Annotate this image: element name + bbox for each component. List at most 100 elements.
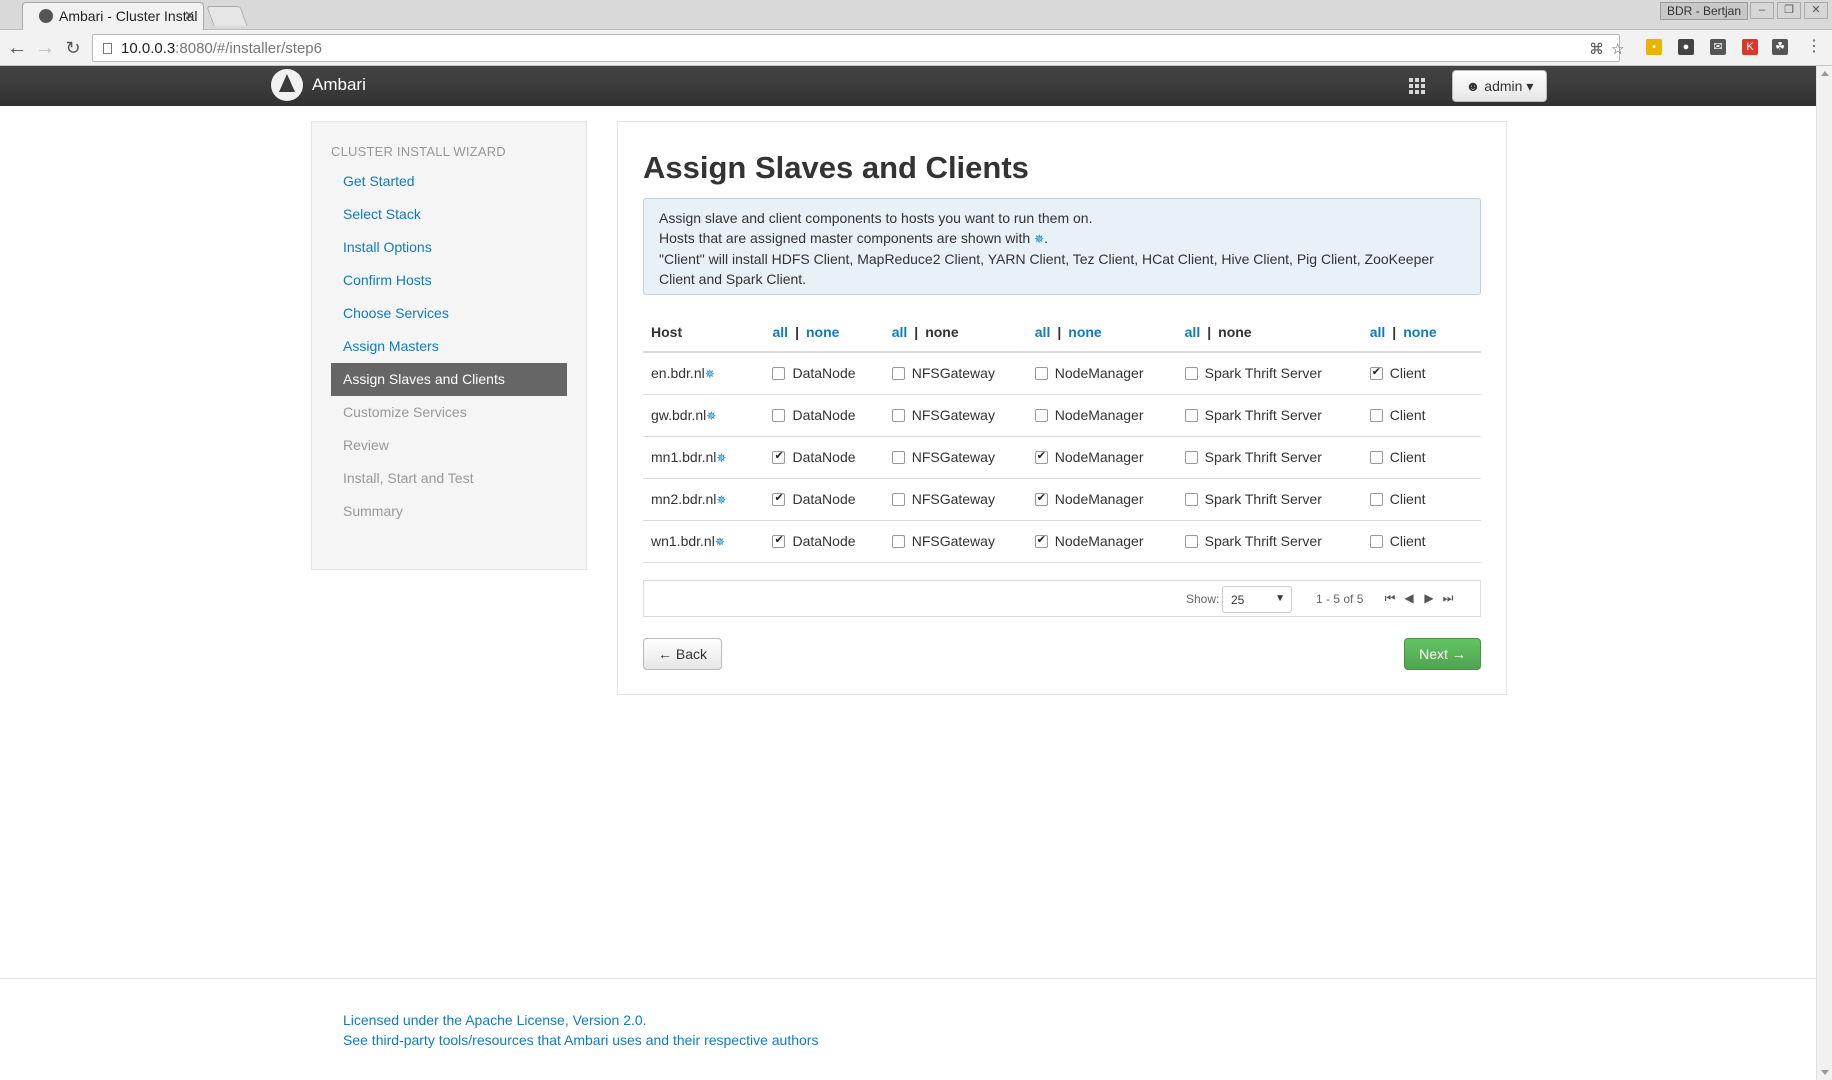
select-all-link[interactable]: all: [1370, 324, 1386, 340]
component-label[interactable]: DataNode: [792, 449, 855, 465]
component-label[interactable]: NFSGateway: [912, 533, 995, 549]
component-label[interactable]: Spark Thrift Server: [1205, 449, 1322, 465]
component-checkbox[interactable]: [1184, 451, 1198, 464]
component-label[interactable]: Client: [1390, 407, 1426, 423]
next-page-icon[interactable]: ▶: [1422, 591, 1436, 605]
component-label[interactable]: Spark Thrift Server: [1205, 491, 1322, 507]
component-checkbox[interactable]: [1369, 365, 1383, 381]
component-checkbox[interactable]: [1034, 533, 1048, 548]
extension-4-icon[interactable]: ☘: [1772, 39, 1788, 55]
views-grid-icon[interactable]: [1409, 78, 1425, 94]
browser-tab[interactable]: Ambari - Cluster Instal ✕: [22, 2, 204, 30]
component-label[interactable]: DataNode: [792, 407, 855, 423]
component-label[interactable]: DataNode: [792, 365, 855, 381]
component-checkbox[interactable]: [1034, 367, 1048, 381]
scroll-up-icon[interactable]: [1821, 71, 1829, 76]
ambari-logo-icon[interactable]: [271, 69, 303, 101]
page-scrollbar[interactable]: [1816, 66, 1832, 1080]
select-none-link[interactable]: none: [1068, 324, 1101, 340]
component-label[interactable]: NodeManager: [1055, 365, 1144, 381]
component-checkbox[interactable]: [1184, 409, 1198, 422]
component-label[interactable]: NodeManager: [1055, 407, 1144, 423]
component-checkbox[interactable]: [891, 367, 905, 381]
component-checkbox[interactable]: [772, 491, 786, 506]
previous-page-icon[interactable]: ◀: [1402, 591, 1416, 605]
close-window-icon[interactable]: ✕: [1804, 2, 1828, 19]
component-checkbox[interactable]: [891, 535, 905, 548]
scroll-down-icon[interactable]: [1821, 1070, 1829, 1075]
component-label[interactable]: Spark Thrift Server: [1205, 533, 1322, 549]
new-tab-button[interactable]: [206, 6, 248, 26]
select-all-link[interactable]: all: [1035, 324, 1051, 340]
component-label[interactable]: NodeManager: [1055, 533, 1144, 549]
component-label[interactable]: NodeManager: [1055, 491, 1144, 507]
component-checkbox[interactable]: [772, 367, 786, 381]
last-page-icon[interactable]: ⏭: [1441, 591, 1455, 605]
component-checkbox[interactable]: [891, 409, 905, 422]
component-checkbox[interactable]: [1369, 493, 1383, 506]
component-label[interactable]: Client: [1390, 365, 1426, 381]
component-label[interactable]: Spark Thrift Server: [1205, 407, 1322, 423]
back-button[interactable]: ← Back: [643, 638, 722, 670]
tab-close-icon[interactable]: ✕: [184, 8, 195, 24]
third-party-link[interactable]: See third-party tools/resources that Amb…: [343, 1030, 818, 1050]
extension-1-icon[interactable]: •: [1646, 39, 1662, 55]
forward-arrow-icon[interactable]: →: [33, 36, 57, 60]
mail-extension-icon[interactable]: ✉: [1710, 39, 1726, 55]
wizard-step-confirm-hosts[interactable]: Confirm Hosts: [331, 264, 567, 297]
select-all-link[interactable]: all: [892, 324, 908, 340]
component-checkbox[interactable]: [1184, 367, 1198, 381]
component-label[interactable]: Client: [1390, 449, 1426, 465]
first-page-icon[interactable]: ⏮: [1383, 591, 1397, 605]
bookmark-star-icon[interactable]: ☆: [1611, 40, 1624, 58]
component-label[interactable]: NodeManager: [1055, 449, 1144, 465]
wizard-step-choose-services[interactable]: Choose Services: [331, 297, 567, 330]
extension-2-icon[interactable]: ●: [1678, 39, 1694, 55]
component-checkbox[interactable]: [1034, 449, 1048, 464]
component-checkbox[interactable]: [772, 449, 786, 464]
component-label[interactable]: NFSGateway: [912, 491, 995, 507]
component-checkbox[interactable]: [891, 493, 905, 506]
component-checkbox[interactable]: [1369, 451, 1383, 464]
component-checkbox[interactable]: [891, 451, 905, 464]
user-menu-button[interactable]: ☻ admin ▾: [1452, 70, 1547, 102]
component-checkbox[interactable]: [1369, 535, 1383, 548]
component-checkbox[interactable]: [1034, 491, 1048, 506]
component-label[interactable]: DataNode: [792, 491, 855, 507]
profile-badge[interactable]: BDR - Bertjan: [1660, 2, 1749, 20]
component-checkbox[interactable]: [772, 533, 786, 548]
component-label[interactable]: Spark Thrift Server: [1205, 365, 1322, 381]
component-label[interactable]: Client: [1390, 533, 1426, 549]
wizard-step-get-started[interactable]: Get Started: [331, 165, 567, 198]
restore-icon[interactable]: ❐: [1777, 2, 1801, 19]
separator: |: [1392, 323, 1397, 340]
translate-icon[interactable]: ⌘: [1589, 40, 1604, 58]
component-checkbox[interactable]: [1034, 409, 1048, 422]
reload-icon[interactable]: ↻: [61, 36, 85, 60]
component-checkbox[interactable]: [772, 409, 786, 422]
next-button[interactable]: Next →: [1404, 638, 1481, 670]
minimize-icon[interactable]: –: [1750, 2, 1774, 19]
page-size-select[interactable]: 25 ▼: [1222, 586, 1292, 613]
component-label[interactable]: NFSGateway: [912, 449, 995, 465]
component-label[interactable]: DataNode: [792, 533, 855, 549]
wizard-step-select-stack[interactable]: Select Stack: [331, 198, 567, 231]
wizard-step-assign-masters[interactable]: Assign Masters: [331, 330, 567, 363]
brand-name[interactable]: Ambari: [312, 75, 366, 95]
component-label[interactable]: NFSGateway: [912, 365, 995, 381]
select-none-link[interactable]: none: [806, 324, 839, 340]
select-all-link[interactable]: all: [1185, 324, 1201, 340]
component-checkbox[interactable]: [1369, 409, 1383, 422]
wizard-step-install-options[interactable]: Install Options: [331, 231, 567, 264]
component-label[interactable]: Client: [1390, 491, 1426, 507]
select-all-link[interactable]: all: [772, 324, 788, 340]
license-link[interactable]: Licensed under the Apache License, Versi…: [343, 1010, 818, 1030]
component-checkbox[interactable]: [1184, 535, 1198, 548]
browser-menu-icon[interactable]: ⋮: [1806, 39, 1822, 55]
extension-3-icon[interactable]: K: [1742, 39, 1758, 55]
component-label[interactable]: NFSGateway: [912, 407, 995, 423]
select-none-link[interactable]: none: [1403, 324, 1436, 340]
component-checkbox[interactable]: [1184, 493, 1198, 506]
back-arrow-icon[interactable]: ←: [5, 36, 29, 60]
address-bar[interactable]: 10.0.0.3:8080/#/installer/step6 ⌘ ☆: [92, 34, 1624, 62]
